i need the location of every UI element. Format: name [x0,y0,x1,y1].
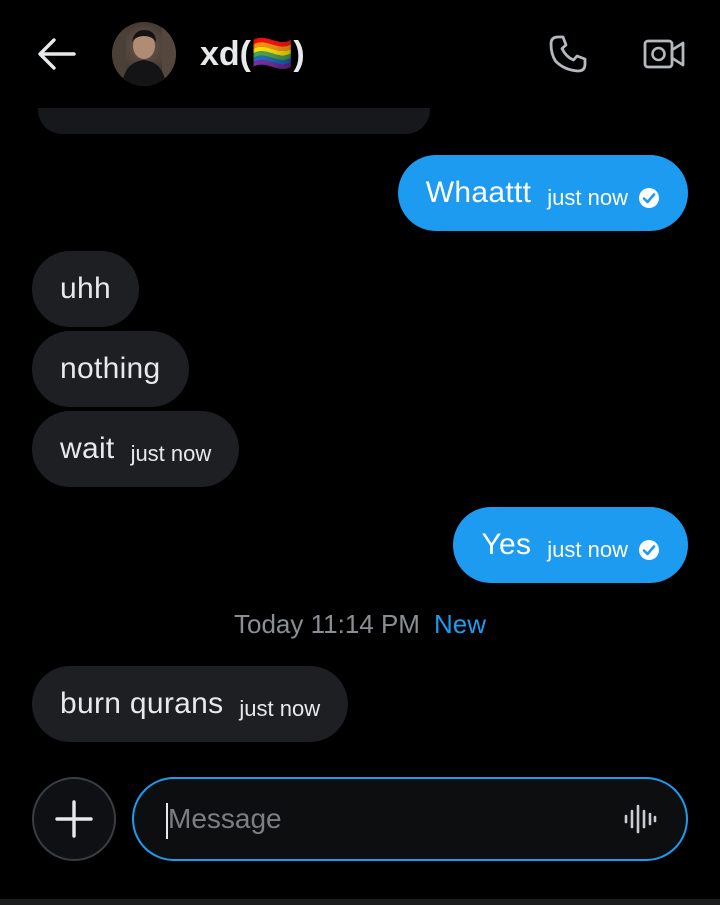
message-text: nothing [60,352,161,385]
message-timestamp: just now [547,185,628,210]
message-timestamp: just now [130,441,212,466]
message-text: wait [60,432,115,465]
add-attachment-button[interactable] [32,777,116,861]
message-bubble-outgoing[interactable]: Yes just now [453,507,688,583]
message-text: uhh [60,272,111,305]
message-bubble-incoming[interactable]: uhh [32,251,139,327]
avatar[interactable] [112,22,176,86]
read-check-icon [638,187,660,209]
back-button[interactable] [34,34,78,74]
message-bubble-incoming[interactable]: wait just now [32,411,240,487]
message-input[interactable] [164,799,588,839]
conversation-header: xd(🏳️‍🌈) [0,0,720,108]
message-bubble-incoming[interactable]: burn qurans just now [32,666,349,742]
video-call-button[interactable] [640,30,688,78]
message-text: burn qurans [60,687,224,720]
new-label: New [433,609,486,639]
contact-name[interactable]: xd(🏳️‍🌈) [200,32,305,76]
message-bubble-incoming[interactable]: nothing [32,331,189,407]
message-bubble-outgoing[interactable]: Whaattt just now [397,155,688,231]
plus-icon [55,800,93,838]
message-timestamp: just now [239,696,321,721]
arrow-left-icon [38,38,76,70]
avatar-image [112,22,176,86]
voice-message-button[interactable] [620,799,660,839]
dm-conversation-screen: xd(🏳️‍🌈) Whaattt just now uhh nothing [0,0,720,905]
read-check-icon [638,539,660,561]
new-messages-divider: Today 11:14 PM New [0,606,720,642]
message-timestamp: just now [547,537,628,562]
message-text: Whaattt [425,176,532,209]
phone-icon [549,35,587,73]
video-camera-icon [643,39,685,69]
call-button[interactable] [544,30,592,78]
divider-timestamp: Today 11:14 PM [234,609,420,639]
message-text: Yes [481,528,532,561]
audio-waveform-icon [624,804,657,834]
nav-bar-edge [0,899,720,905]
message-composer[interactable] [132,777,688,861]
